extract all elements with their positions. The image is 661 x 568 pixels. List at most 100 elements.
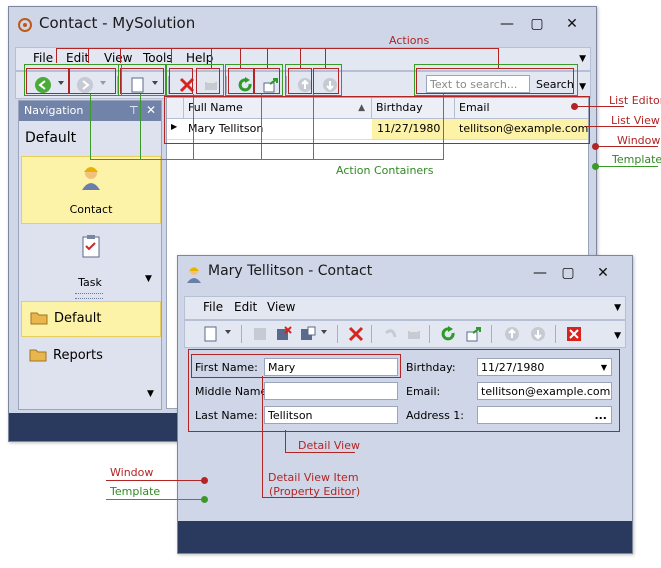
menu-tools[interactable]: Tools [143, 51, 173, 65]
annotation-container-search [414, 64, 578, 96]
annotation-template-2-dot [201, 496, 208, 503]
annotation-action-containers: Action Containers [336, 164, 434, 177]
menubar-overflow-icon[interactable]: ▼ [579, 54, 586, 64]
folder-icon [30, 312, 48, 325]
menu-edit[interactable]: Edit [234, 300, 257, 314]
main-titlebar: Contact - MySolution — ▢ ✕ [9, 7, 596, 41]
save-and-new-icon[interactable] [299, 325, 317, 343]
close-panel-icon[interactable]: ✕ [146, 103, 156, 117]
menu-edit[interactable]: Edit [66, 51, 89, 65]
annotation-template: Template [612, 153, 661, 166]
annotation-actions-tick [88, 48, 89, 63]
previous-record-icon[interactable] [503, 325, 521, 343]
task-icon [82, 235, 100, 258]
minimize-button[interactable]: — [497, 15, 517, 33]
undo-icon[interactable] [381, 325, 399, 343]
annotation-actions: Actions [389, 34, 430, 47]
annotation-actions-tick [171, 48, 172, 63]
menu-view[interactable]: View [267, 300, 295, 314]
annotation-container-edit [166, 64, 224, 96]
save-and-close-icon[interactable] [275, 325, 293, 343]
detail-window-title: Mary Tellitson - Contact [208, 263, 373, 279]
toolbar-overflow-icon[interactable]: ▼ [614, 331, 621, 341]
toolbar-separator [337, 325, 338, 343]
toolbar-separator [371, 325, 372, 343]
annotation-containers-tick [140, 94, 141, 160]
save-icon[interactable] [251, 325, 269, 343]
toolbar-separator [429, 325, 430, 343]
toolbar-overflow-icon[interactable]: ▼ [579, 82, 586, 92]
nav-item-task-label: Task [78, 276, 102, 289]
detail-toolbar: ▼ [184, 320, 626, 348]
toolbar-separator [555, 325, 556, 343]
close-button[interactable]: ✕ [562, 15, 582, 33]
annotation-actions-line [56, 48, 498, 49]
print-icon[interactable] [405, 325, 423, 343]
annotation-containers-line [90, 159, 444, 160]
annotation-list-view: List View [611, 114, 660, 127]
annotation-container-record [285, 64, 342, 96]
annotation-template-2: Template [110, 485, 161, 498]
annotation-template-line [596, 166, 658, 167]
annotation-container-navigation [24, 64, 122, 96]
close-button[interactable]: ✕ [593, 264, 613, 282]
save-dropdown-icon[interactable] [321, 330, 327, 334]
menu-help[interactable]: Help [186, 51, 213, 65]
toolbar-separator [491, 325, 492, 343]
link-icon[interactable] [465, 325, 483, 343]
splitter-grip[interactable] [75, 293, 103, 299]
detail-statusbar [178, 521, 632, 553]
annotation-actions-tick [120, 48, 121, 63]
annotation-list-editor: List Editor [609, 94, 661, 107]
nav-group-default-label: Default [54, 311, 102, 326]
annotation-box-list-editor [164, 96, 590, 144]
annotation-detail-view-item-line2: (Property Editor) [269, 485, 361, 498]
new-dropdown-icon[interactable] [225, 330, 231, 334]
annotation-window-2: Window [110, 466, 154, 479]
annotation-containers-tick [90, 94, 91, 160]
refresh-icon[interactable] [439, 325, 457, 343]
annotation-detail-view-hline [285, 452, 355, 453]
annotation-detail-view-line [285, 430, 286, 452]
annotation-window: Window [617, 134, 661, 147]
delete-icon[interactable] [347, 325, 365, 343]
minimize-button[interactable]: — [530, 264, 550, 282]
nav-item-contact-label: Contact [69, 203, 113, 216]
nav-group-default-header[interactable]: Default [25, 130, 76, 146]
annotation-detail-view-item-line1: Detail View Item [268, 471, 359, 484]
nav-group-reports[interactable]: Reports [21, 341, 159, 371]
folder-icon [29, 349, 47, 362]
navigation-title: Navigation [24, 104, 84, 117]
next-record-icon[interactable] [529, 325, 547, 343]
maximize-button[interactable]: ▢ [527, 15, 547, 33]
menubar-overflow-icon[interactable]: ▼ [614, 303, 621, 313]
annotation-detail-view: Detail View [298, 439, 361, 452]
new-icon[interactable] [201, 325, 219, 343]
nav-group-reports-label: Reports [53, 348, 103, 363]
annotation-actions-tick [56, 48, 57, 63]
nav-overflow-icon[interactable]: ▼ [147, 389, 154, 399]
menu-file[interactable]: File [33, 51, 53, 65]
annotation-template-2-line [106, 499, 204, 500]
maximize-button[interactable]: ▢ [558, 264, 578, 282]
annotation-box-detail-view-item [191, 354, 401, 378]
main-window-title: Contact - MySolution [39, 14, 196, 32]
menu-file[interactable]: File [203, 300, 223, 314]
annotation-detail-view-item-line [262, 376, 263, 498]
nav-item-contact[interactable]: Contact [21, 156, 161, 224]
nav-group-default[interactable]: Default [21, 301, 161, 337]
detail-titlebar: Mary Tellitson - Contact — ▢ ✕ [178, 256, 632, 290]
pin-icon[interactable]: ⊤ [129, 104, 139, 117]
menu-view[interactable]: View [104, 51, 132, 65]
nav-item-task[interactable]: Task ▼ [21, 229, 159, 291]
nav-item-task-dropdown-icon[interactable]: ▼ [145, 274, 152, 284]
detail-menubar: File Edit View ▼ [184, 296, 626, 320]
contact-icon [187, 267, 201, 283]
close-record-icon[interactable] [565, 325, 583, 343]
annotation-container-view [225, 64, 283, 96]
app-icon [18, 18, 32, 32]
annotation-container-new [118, 64, 166, 96]
annotation-window-2-dot [201, 477, 208, 484]
annotation-window-2-line [106, 480, 204, 481]
contact-icon [82, 167, 100, 190]
